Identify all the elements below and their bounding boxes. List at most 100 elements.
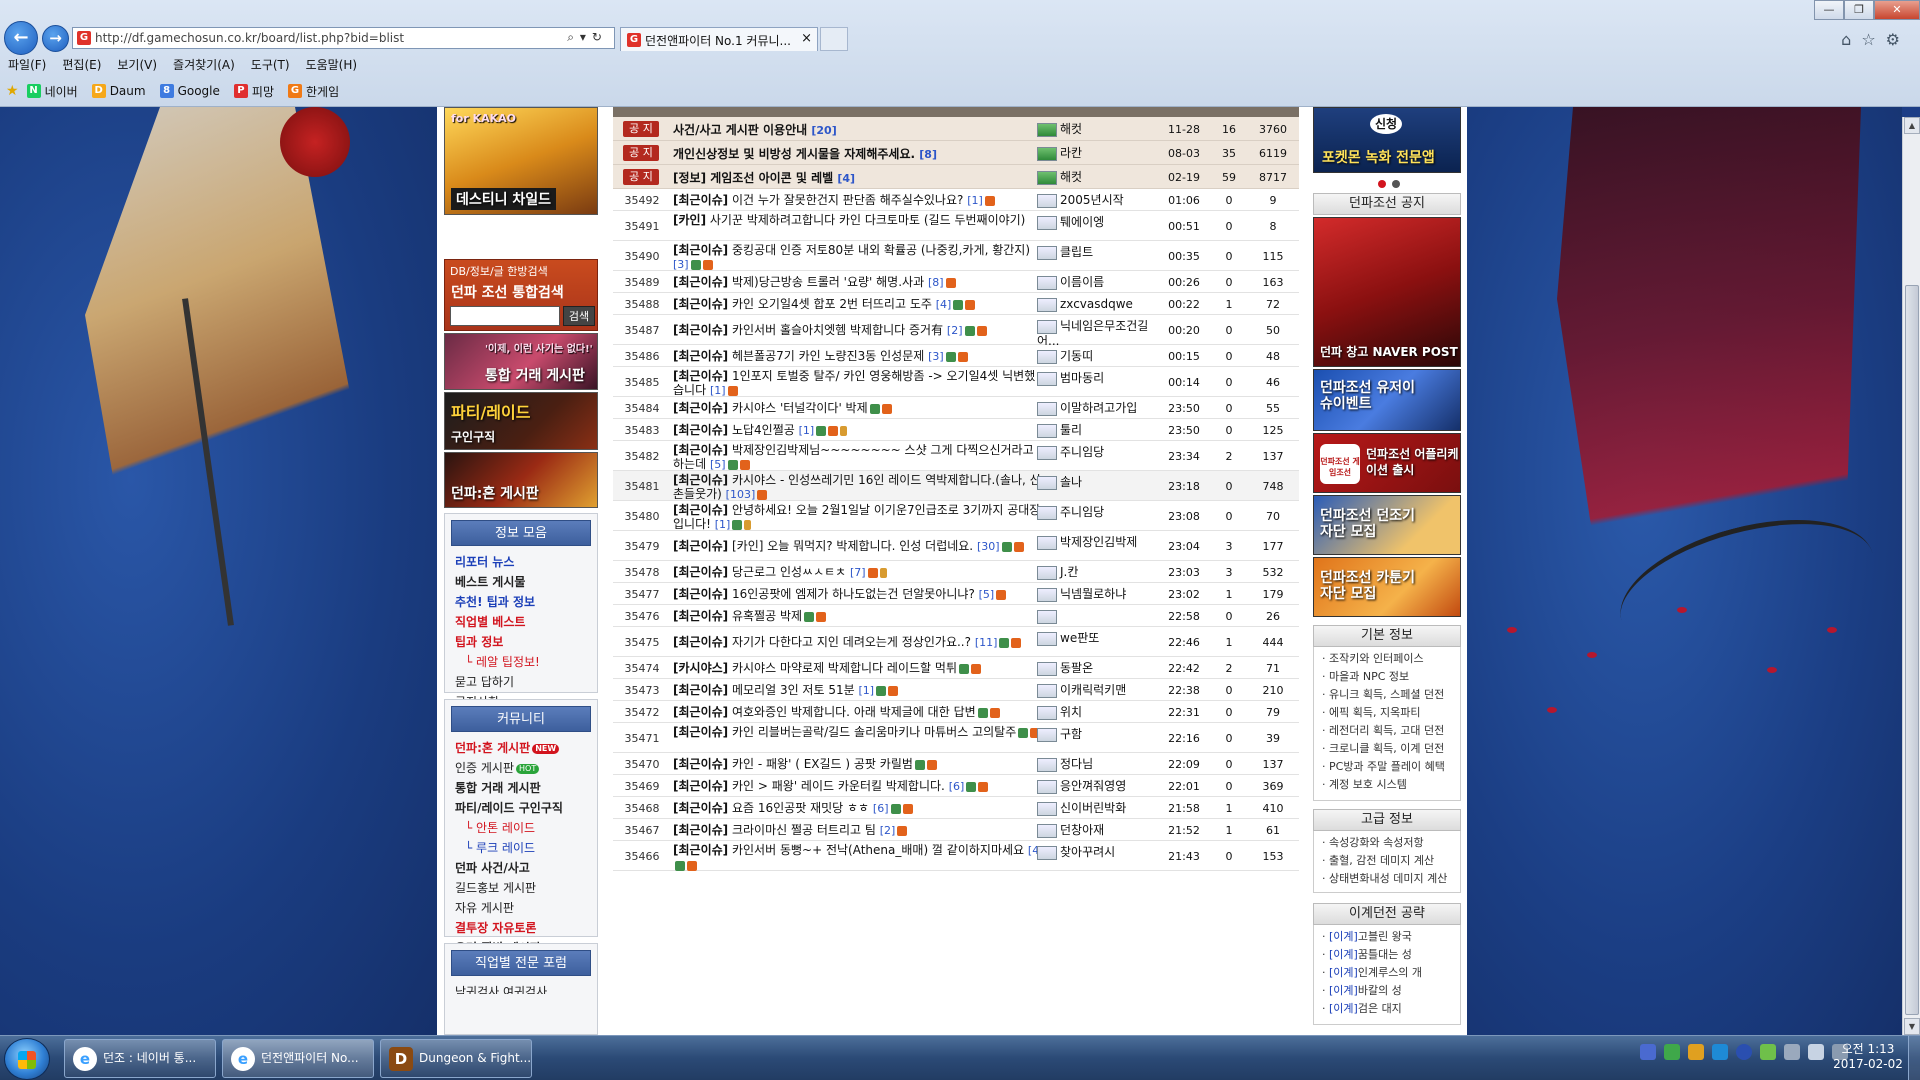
cartoon-recruit-banner[interactable]: 던파조선 카툰기자단 모집 [1313, 557, 1461, 617]
pokemon-recorder-banner[interactable]: 신청 포켓몬 녹화 전문앱 [1313, 107, 1461, 173]
otherworld-item[interactable]: · [이계]꿈틀대는 성 [1322, 946, 1456, 964]
otherworld-item[interactable]: · [이계]인계루스의 개 [1322, 964, 1456, 982]
post-author[interactable]: 찾아꾸려시 [1037, 845, 1157, 860]
post-subject[interactable]: [최근이슈] 요즘 16인공팟 재밋당 ㅎㅎ [6] [673, 801, 1045, 816]
table-row[interactable]: 35480 [최근이슈] 안녕하세요! 오늘 2월1일날 이기운7인급조로 3기까… [613, 501, 1299, 531]
post-subject[interactable]: [최근이슈] 카인 - 패왕' ( EX길드 ) 공팟 카릴범 [673, 757, 1045, 771]
post-author[interactable]: 기동띠 [1037, 349, 1157, 364]
post-subject[interactable]: [최근이슈] 카인 > 패왕' 레이드 카운터킬 박제합니다. [6] [673, 779, 1045, 794]
taskbar-button-ie-1[interactable]: e 던조 : 네이버 통... [64, 1039, 216, 1078]
post-author[interactable]: 클립트 [1037, 245, 1157, 260]
post-author[interactable]: J.칸 [1037, 565, 1157, 580]
post-author[interactable]: 신이버린박화 [1037, 801, 1157, 816]
advanced-info-item[interactable]: · 상태변화내성 데미지 계산 [1322, 870, 1456, 888]
party-raid-banner[interactable]: 파티/레이드 구인구직 [444, 392, 598, 450]
destiny-child-banner[interactable]: for KAKAO 데스티니 차일드 [444, 107, 598, 215]
tray-icon[interactable] [1712, 1044, 1728, 1060]
table-row[interactable]: 35490 [최근이슈] 중킹공대 인증 저토80분 내외 확률공 (나중킹,카게… [613, 241, 1299, 271]
forward-button-icon[interactable]: → [42, 25, 69, 52]
table-row[interactable]: 35486 [최근이슈] 헤븐폴공7기 카인 노량진3동 인성문제 [3] 기동띠 0… [613, 345, 1299, 367]
menu-favorites[interactable]: 즐겨찾기(A) [173, 56, 235, 76]
post-subject[interactable]: [최근이슈] 카인서버 동뻥~+ 전낙(Athena_배매) 껄 같이하지마세요… [673, 843, 1045, 871]
post-author[interactable]: 응안껴줘영영 [1037, 779, 1157, 794]
table-row[interactable]: 35474 [카시야스] 카시야스 마약로제 박제합니다 레이드할 먹튀 동팔온 22… [613, 657, 1299, 679]
trade-board-banner[interactable]: '이제, 이런 사기는 없다!' 통합 거래 게시판 [444, 333, 598, 390]
table-row[interactable]: 35471 [최근이슈] 카인 리블버는골락/길드 솔리움마키나 마튜버스 고의탈… [613, 723, 1299, 753]
otherworld-item[interactable]: · [이계]고블린 왕국 [1322, 928, 1456, 946]
post-author[interactable]: 해컷 [1037, 170, 1157, 185]
fav-pmang[interactable]: P 피망 [233, 83, 274, 100]
network-icon[interactable] [1760, 1044, 1776, 1060]
post-author[interactable] [1037, 609, 1157, 624]
community-link-incidents[interactable]: 던파 사건/사고 [455, 858, 589, 878]
favorites-star-icon[interactable]: ★ [6, 83, 19, 99]
table-row[interactable]: 35482 [최근이슈] 박제장인김박제님~~~~~~~~ 스샷 그게 다찍으신거… [613, 441, 1299, 471]
otherworld-item[interactable]: · [이계]검은 대지 [1322, 1000, 1456, 1018]
job-forum-items[interactable]: 남귀검사 여귀검사 [455, 982, 589, 994]
start-button-icon[interactable] [4, 1038, 50, 1080]
post-subject[interactable]: [최근이슈] [카인] 오늘 뭐먹지? 박제합니다. 인성 더럽네요. [30] [673, 539, 1045, 554]
table-row[interactable]: 35484 [최근이슈] 카시야스 '터널각이다' 박제 이말하려고가입 23:50 0… [613, 397, 1299, 419]
post-subject[interactable]: [카시야스] 카시야스 마약로제 박제합니다 레이드할 먹튀 [673, 661, 1045, 675]
table-row[interactable]: 35491 [카인] 사기꾼 박제하려고합니다 카인 다크토마토 (길드 두번째이… [613, 211, 1299, 241]
info-link-reporter-news[interactable]: 리포터 뉴스 [455, 552, 589, 572]
community-link-free[interactable]: 자유 게시판 [455, 898, 589, 918]
table-row[interactable]: 35467 [최근이슈] 크라이마신 쩔공 터트리고 팀 [2] 던창아재 21:52… [613, 819, 1299, 841]
table-row[interactable]: 35476 [최근이슈] 유혹쩔공 박제 22:58 0 26 [613, 605, 1299, 627]
table-row[interactable]: 35487 [최근이슈] 카인서버 홀슬아치엣헴 박제합니다 증거有 [2] 닉네임… [613, 315, 1299, 347]
post-subject[interactable]: [최근이슈] 헤븐폴공7기 카인 노량진3동 인성문제 [3] [673, 349, 1045, 364]
search-input[interactable] [450, 306, 560, 326]
post-subject[interactable]: [최근이슈] 여호와증인 박제합니다. 아래 박제글에 대한 답변 [673, 705, 1045, 719]
otherworld-item[interactable]: · [이계]바칼의 성 [1322, 982, 1456, 1000]
table-row[interactable]: 35478 [최근이슈] 당근로그 인성ㅆㅅㅌㅊ [7] J.칸 23:03 3 532 [613, 561, 1299, 583]
table-row[interactable]: 35469 [최근이슈] 카인 > 패왕' 레이드 카운터킬 박제합니다. [6]… [613, 775, 1299, 797]
advanced-info-item[interactable]: · 출혈, 감전 데미지 계산 [1322, 852, 1456, 870]
post-subject[interactable]: [최근이슈] 카시야스 '터널각이다' 박제 [673, 401, 1045, 415]
post-author[interactable]: zxcvasdqwe [1037, 297, 1157, 312]
scroll-down-icon[interactable]: ▼ [1904, 1018, 1920, 1035]
advanced-info-item[interactable]: · 속성강화와 속성저항 [1322, 834, 1456, 852]
post-author[interactable]: 닉넴뭘로하냐 [1037, 587, 1157, 602]
table-row[interactable]: 35481 [최근이슈] 카시야스 - 인성쓰레기민 16인 레이드 역박제합니다… [613, 471, 1299, 501]
address-bar[interactable]: G http://df.gamechosun.co.kr/board/list.… [72, 27, 615, 49]
fav-daum[interactable]: D Daum [91, 84, 146, 98]
tray-icon[interactable] [1736, 1044, 1752, 1060]
post-subject[interactable]: [최근이슈] 유혹쩔공 박제 [673, 609, 1045, 623]
taskbar-button-ie-2[interactable]: e 던전앤파이터 No... [222, 1039, 374, 1078]
post-author[interactable]: 주니임당 [1037, 505, 1157, 520]
taskbar-clock[interactable]: 오전 1:13 2017-02-02 [1822, 1042, 1914, 1072]
scroll-up-icon[interactable]: ▲ [1904, 117, 1920, 134]
scroll-thumb[interactable] [1905, 285, 1919, 1015]
table-row[interactable]: 35473 [최근이슈] 메모리얼 3인 저토 51분 [1] 이캐릭럭키맨 22:3… [613, 679, 1299, 701]
tray-icon[interactable] [1640, 1044, 1656, 1060]
tray-icon[interactable] [1784, 1044, 1800, 1060]
menu-tools[interactable]: 도구(T) [251, 56, 290, 76]
basic-info-item[interactable]: · 마을과 NPC 정보 [1322, 668, 1456, 686]
post-author[interactable]: 범마동리 [1037, 371, 1157, 386]
post-author[interactable]: 구함 [1037, 727, 1157, 742]
notice-row[interactable]: 공 지 [정보] 게임조선 아이콘 및 레벨 [4] 해컷 02-19 59 8717 [613, 165, 1299, 189]
post-author[interactable]: 이름이름 [1037, 275, 1157, 290]
notice-row[interactable]: 공 지 개인신상정보 및 비방성 게시물을 자제해주세요. [8] 라칸 08-03 3… [613, 141, 1299, 165]
back-button-icon[interactable]: ← [4, 21, 38, 55]
info-link-job-best[interactable]: 직업별 베스트 [455, 612, 589, 632]
menu-edit[interactable]: 편집(E) [62, 56, 101, 76]
post-subject[interactable]: [최근이슈] 박제)당근방송 트롤러 '요량' 해명.사과 [8] [673, 275, 1045, 290]
basic-info-item[interactable]: · 조작키와 인터페이스 [1322, 650, 1456, 668]
post-subject[interactable]: 개인신상정보 및 비방성 게시물을 자제해주세요. [8] [673, 147, 1045, 162]
tray-icon[interactable] [1688, 1044, 1704, 1060]
reporter-recruit-banner[interactable]: 던파조선 던조기자단 모집 [1313, 495, 1461, 555]
address-controls-icon[interactable]: ⌕▾↻ [567, 30, 608, 45]
post-author[interactable]: 이캐릭럭키맨 [1037, 683, 1157, 698]
fav-google[interactable]: 8 Google [159, 84, 220, 98]
post-subject[interactable]: [최근이슈] 카인 오기일4셋 합포 2번 터뜨리고 도주 [4] [673, 297, 1045, 312]
tray-icon[interactable] [1664, 1044, 1680, 1060]
search-button[interactable]: 검색 [563, 306, 595, 326]
community-link-auth[interactable]: 인증 게시판 HOT [455, 758, 589, 778]
post-subject[interactable]: [최근이슈] 카인서버 홀슬아치엣헴 박제합니다 증거有 [2] [673, 323, 1045, 338]
post-author[interactable]: 주니임당 [1037, 445, 1157, 460]
table-row[interactable]: 35483 [최근이슈] 노답4인쩔공 [1] 툴리 23:50 0 125 [613, 419, 1299, 441]
community-link-anton[interactable]: └ 안톤 레이드 [455, 818, 589, 838]
post-subject[interactable]: [정보] 게임조선 아이콘 및 레벨 [4] [673, 171, 1045, 186]
table-row[interactable]: 35489 [최근이슈] 박제)당근방송 트롤러 '요량' 해명.사과 [8] 이름… [613, 271, 1299, 293]
